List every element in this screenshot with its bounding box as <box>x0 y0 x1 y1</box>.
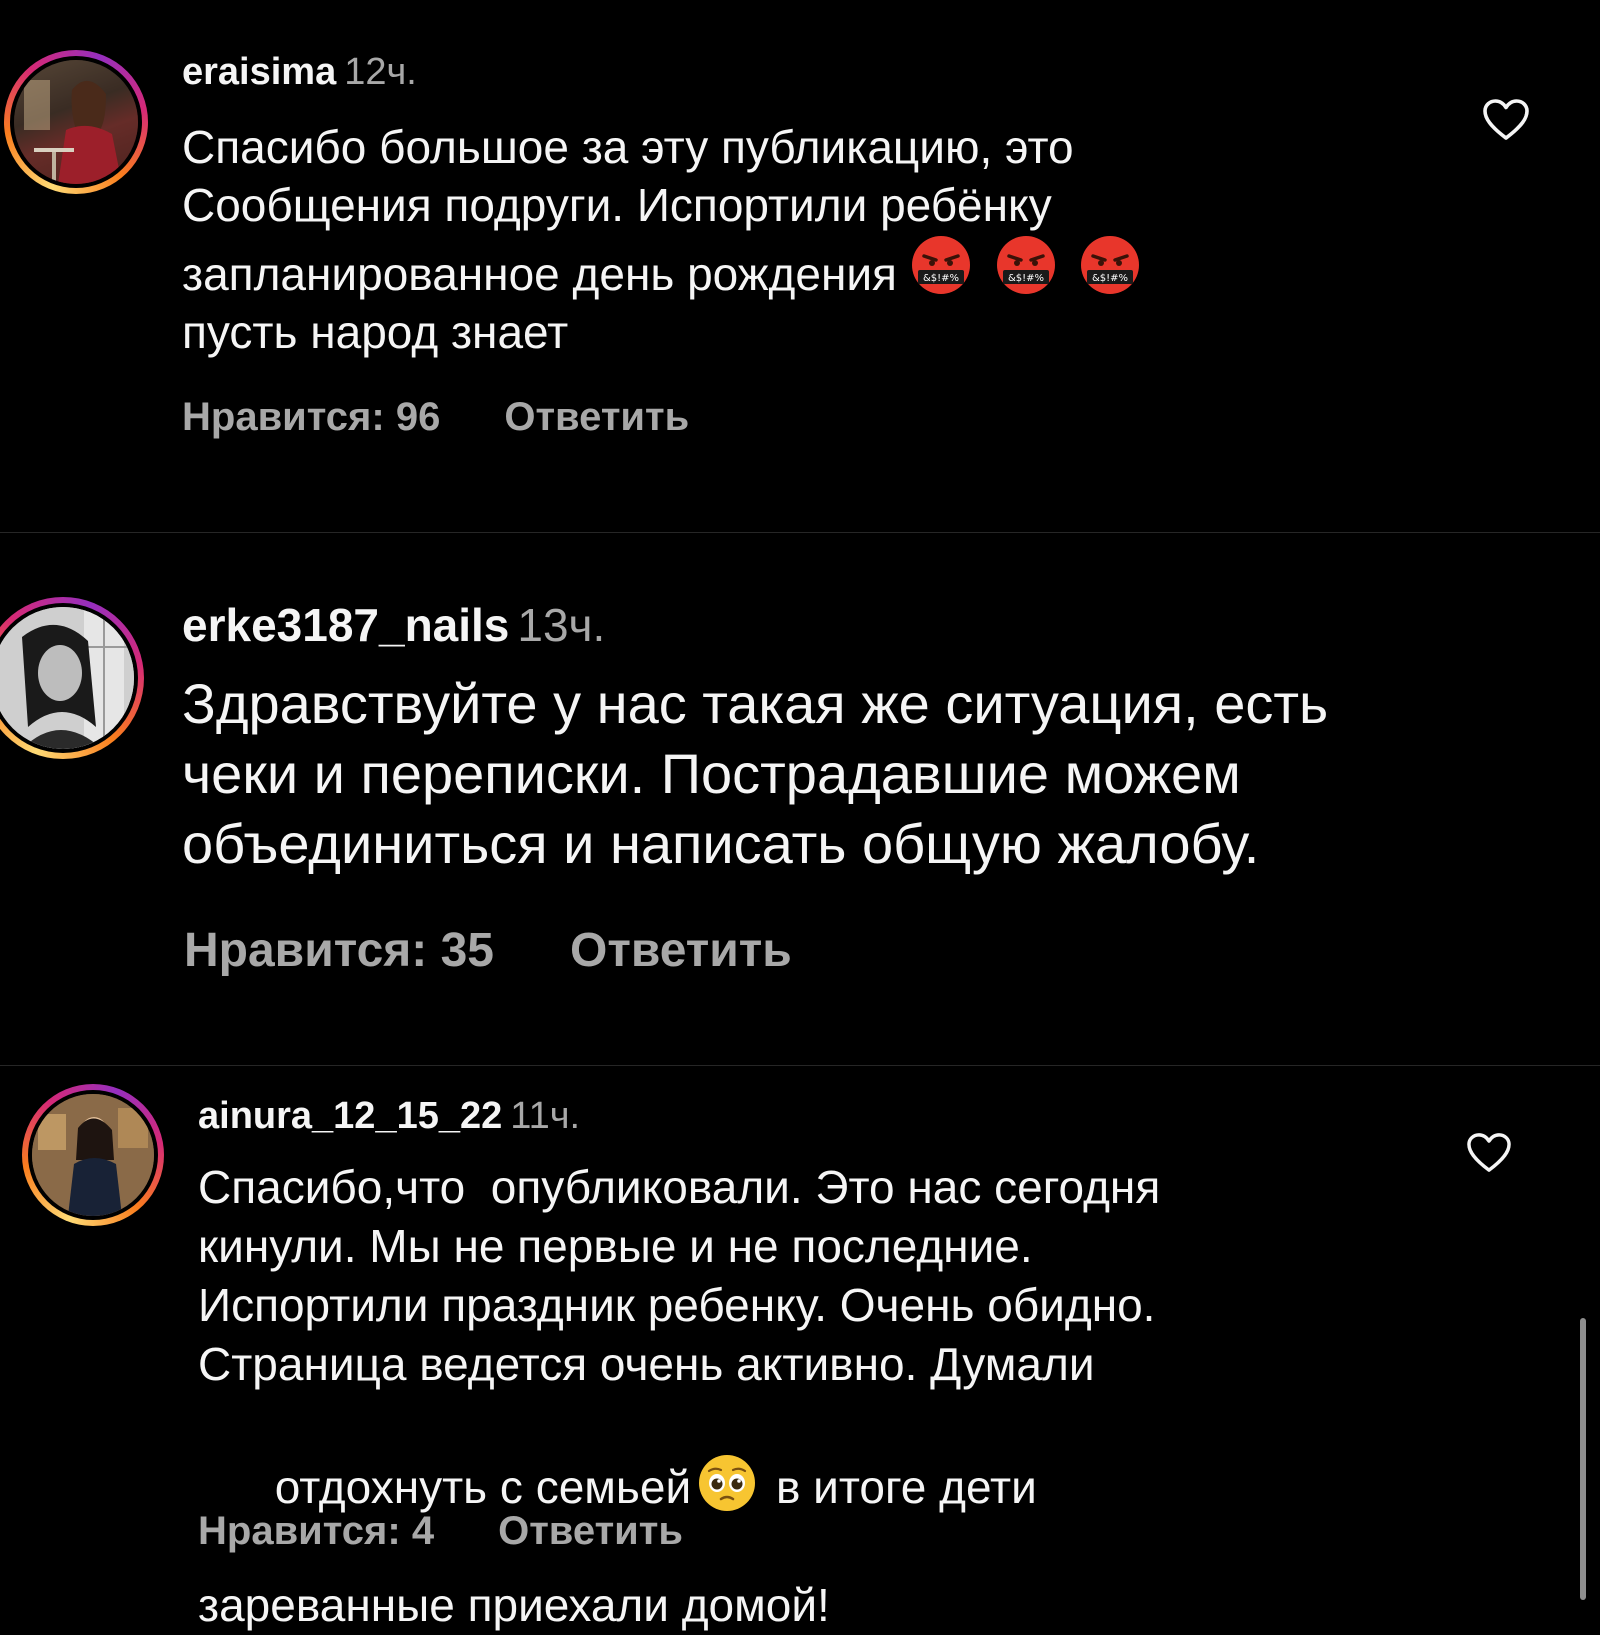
comment-text-line: чеки и переписки. Пострадавшие можем <box>182 742 1241 805</box>
likes-count[interactable]: Нравится: 35 <box>184 921 494 981</box>
likes-count[interactable]: Нравится: 96 <box>182 392 440 442</box>
comment-header: erke3187_nails 13ч. <box>182 597 605 653</box>
comment-text: Здравствуйте у нас такая же ситуация, ес… <box>182 669 1562 879</box>
username[interactable]: erke3187_nails <box>182 599 509 651</box>
username[interactable]: ainura_12_15_22 <box>198 1095 502 1137</box>
comment-item: eraisima 12ч. Спасибо большое за эту публ… <box>0 0 1600 530</box>
comment-text-line: Спасибо,что опубликовали. Это нас сегодн… <box>198 1161 1161 1213</box>
avatar[interactable] <box>32 1094 154 1216</box>
comment-text-line: Сообщения подруги. Испортили ребёнку <box>182 179 1052 231</box>
comment-text: Спасибо,что опубликовали. Это нас сегодн… <box>198 1158 1438 1635</box>
comment-item: ainura_12_15_22 11ч. Спасибо,что опублико… <box>0 1066 1600 1631</box>
heart-outline-icon[interactable] <box>1482 98 1530 142</box>
cursing-face-emoji: &$!#% <box>1081 236 1140 294</box>
avatar-photo-figure <box>32 1094 154 1216</box>
cursing-face-emoji: &$!#% <box>996 236 1055 294</box>
comment-text-line: кинули. Мы не первые и не последние. <box>198 1220 1033 1272</box>
comment-text-line: Страница ведется очень активно. Думали <box>198 1338 1095 1390</box>
comment-text-line: Испортили праздник ребенку. Очень обидно… <box>198 1279 1156 1331</box>
username[interactable]: eraisima <box>182 51 336 93</box>
reply-button[interactable]: Ответить <box>498 1506 683 1556</box>
svg-text:&$!#%: &$!#% <box>923 273 959 284</box>
comment-text-line: пусть народ знает <box>182 306 569 358</box>
comment-text: Спасибо большое за эту публикацию, это С… <box>182 118 1422 361</box>
comment-text-line: Спасибо большое за эту публикацию, это <box>182 121 1074 173</box>
timestamp: 11ч. <box>510 1095 581 1137</box>
cursing-face-emoji: &$!#% <box>911 236 970 294</box>
pleading-face-emoji <box>699 1455 756 1511</box>
comment-text-segment: в итоге дети <box>763 1461 1037 1513</box>
timestamp: 12ч. <box>344 51 417 93</box>
comment-actions: Нравится: 96 Ответить <box>182 392 689 442</box>
comment-text-line: объединиться и написать общую жалобу. <box>182 812 1260 875</box>
comment-text-line-with-emoji: запланированное день рождения &$!#% &$!#… <box>182 234 1422 303</box>
likes-count[interactable]: Нравится: 4 <box>198 1506 434 1556</box>
avatar-photo-figure <box>14 60 138 184</box>
heart-outline-icon[interactable] <box>1466 1132 1512 1174</box>
svg-text:&$!#%: &$!#% <box>1008 273 1044 284</box>
comment-text-segment: запланированное день рождения <box>182 248 897 300</box>
comment-header: ainura_12_15_22 11ч. <box>198 1092 580 1140</box>
reply-button[interactable]: Ответить <box>504 392 689 442</box>
avatar[interactable] <box>14 60 138 184</box>
svg-text:&$!#%: &$!#% <box>1092 273 1128 284</box>
comment-header: eraisima 12ч. <box>182 48 417 96</box>
timestamp: 13ч. <box>517 599 606 651</box>
scrollbar[interactable] <box>1580 1318 1586 1600</box>
comment-actions: Нравится: 4 Ответить <box>198 1506 683 1556</box>
comment-text-line: Здравствуйте у нас такая же ситуация, ес… <box>182 672 1329 735</box>
comment-item: erke3187_nails 13ч. Здравствуйте у нас та… <box>0 533 1600 1065</box>
reply-button[interactable]: Ответить <box>570 921 792 981</box>
comment-actions: Нравится: 35 Ответить <box>184 921 792 981</box>
comment-text-line: зареванные приехали домой! <box>198 1579 830 1631</box>
